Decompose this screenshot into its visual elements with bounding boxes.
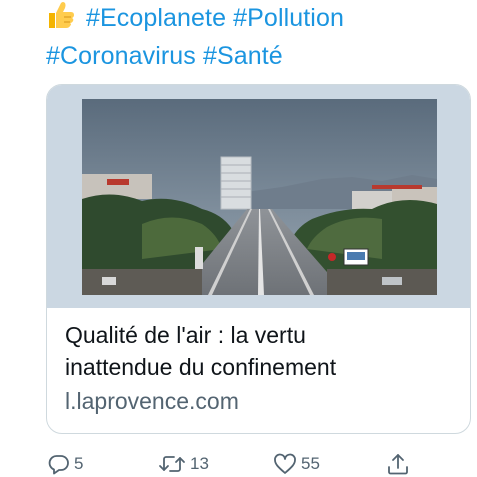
link-card-text[interactable]: Qualité de l'air : la vertu inattendue d… xyxy=(65,319,460,417)
link-card-title-line-2: inattendue du confinement xyxy=(65,354,337,380)
share-button[interactable] xyxy=(386,450,410,477)
thumbs-up-emoji-icon xyxy=(46,0,78,39)
tweet-action-bar: 5 13 55 xyxy=(0,450,477,477)
like-button[interactable]: 55 xyxy=(273,450,320,477)
retweet-button[interactable]: 13 xyxy=(158,450,209,477)
tweet-text-line-1: #Ecoplanete #Pollution xyxy=(46,0,466,39)
reply-count: 5 xyxy=(74,454,84,473)
reply-icon xyxy=(48,453,70,475)
link-card[interactable]: Qualité de l'air : la vertu inattendue d… xyxy=(46,84,471,434)
retweet-count: 13 xyxy=(190,454,209,473)
heart-icon xyxy=(273,453,297,475)
tweet-text-line-2: #Coronavirus #Santé xyxy=(46,39,466,73)
tweet: #Ecoplanete #Pollution #Coronavirus #San… xyxy=(0,0,477,477)
hashtag-sante[interactable]: #Santé xyxy=(203,42,283,70)
hashtag-coronavirus[interactable]: #Coronavirus xyxy=(46,42,196,70)
retweet-icon xyxy=(158,453,186,475)
link-card-domain: l.laprovence.com xyxy=(65,388,239,414)
like-count: 55 xyxy=(301,454,320,473)
hashtag-ecoplanete[interactable]: #Ecoplanete xyxy=(86,4,226,32)
hashtag-pollution[interactable]: #Pollution xyxy=(233,4,344,32)
reply-button[interactable]: 5 xyxy=(48,450,83,477)
link-card-title-line-1: Qualité de l'air : la vertu xyxy=(65,322,306,348)
share-icon xyxy=(386,452,410,476)
link-card-image[interactable] xyxy=(47,85,470,308)
tweet-text: #Ecoplanete #Pollution #Coronavirus #San… xyxy=(46,0,466,73)
city-boulevard-photo xyxy=(82,99,437,295)
